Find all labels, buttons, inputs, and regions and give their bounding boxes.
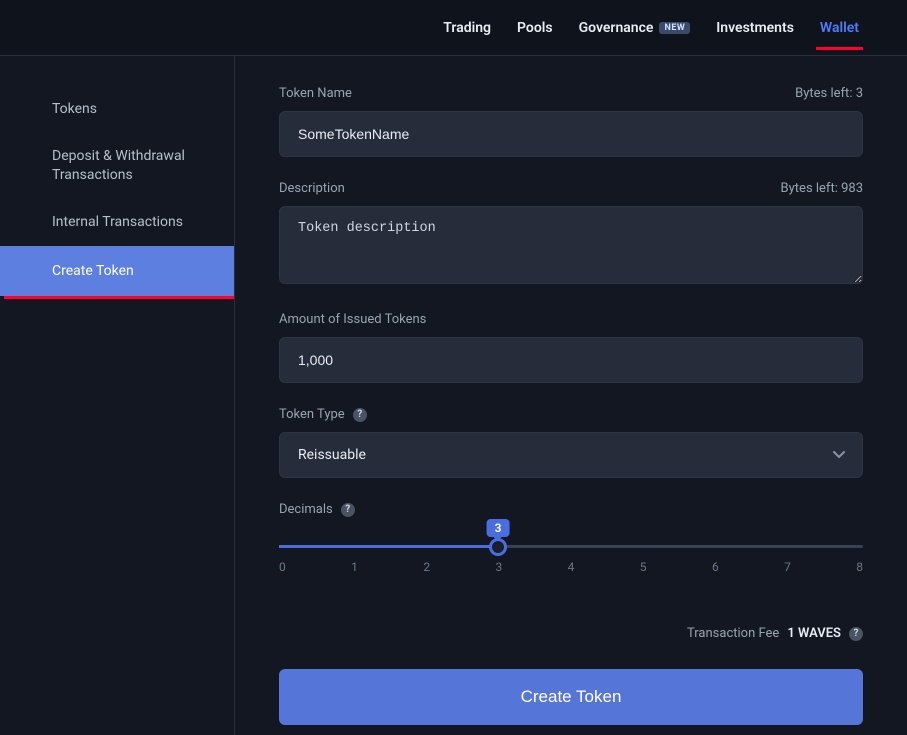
tick: 1 <box>351 560 358 574</box>
nav-pools[interactable]: Pools <box>517 16 553 40</box>
sidebar: Tokens Deposit & Withdrawal Transactions… <box>0 56 235 735</box>
field-token-name: Token Name Bytes left: 3 <box>279 86 863 157</box>
token-type-label: Token Type <box>279 407 345 422</box>
token-name-input[interactable] <box>279 111 863 157</box>
decimals-slider[interactable]: 3 0 1 2 3 4 5 6 7 8 <box>279 517 863 602</box>
sidebar-item-label: Deposit & Withdrawal Transactions <box>52 148 185 183</box>
token-type-select[interactable]: Reissuable <box>279 432 863 478</box>
help-icon[interactable]: ? <box>341 503 355 517</box>
nav-label: Pools <box>517 20 553 36</box>
nav-investments[interactable]: Investments <box>716 16 794 40</box>
field-amount: Amount of Issued Tokens <box>279 312 863 383</box>
slider-ticks: 0 1 2 3 4 5 6 7 8 <box>279 560 863 574</box>
slider-tooltip: 3 <box>487 519 510 537</box>
tick: 0 <box>279 560 286 574</box>
help-icon[interactable]: ? <box>849 627 863 641</box>
slider-fill <box>279 545 498 548</box>
create-token-button[interactable]: Create Token <box>279 669 863 725</box>
tick: 6 <box>712 560 719 574</box>
transaction-fee: Transaction Fee 1 WAVES ? <box>279 626 863 641</box>
description-input[interactable]: Token description <box>279 206 863 284</box>
tick: 2 <box>423 560 430 574</box>
tick: 5 <box>640 560 647 574</box>
nav-label: Governance <box>579 20 654 36</box>
sidebar-item-label: Create Token <box>52 263 134 279</box>
amount-input[interactable] <box>279 337 863 383</box>
button-label: Create Token <box>521 687 622 706</box>
sidebar-item-tokens[interactable]: Tokens <box>0 86 234 133</box>
nav-label: Investments <box>716 20 794 36</box>
sidebar-item-label: Internal Transactions <box>52 214 183 230</box>
token-name-label: Token Name <box>279 86 352 101</box>
sidebar-item-internal-transactions[interactable]: Internal Transactions <box>0 199 234 246</box>
sidebar-item-create-token[interactable]: Create Token <box>0 246 234 297</box>
nav-governance[interactable]: Governance NEW <box>579 16 691 40</box>
field-decimals: Decimals ? 3 0 1 2 3 4 5 6 7 <box>279 502 863 602</box>
fee-amount: 1 WAVES <box>787 626 841 641</box>
field-description: Description Bytes left: 983 Token descri… <box>279 181 863 288</box>
sidebar-item-label: Tokens <box>52 101 97 117</box>
help-icon[interactable]: ? <box>353 408 367 422</box>
sidebar-item-deposit-withdrawal[interactable]: Deposit & Withdrawal Transactions <box>0 133 234 199</box>
slider-thumb[interactable] <box>489 538 507 556</box>
top-nav: Trading Pools Governance NEW Investments… <box>0 0 907 56</box>
tick: 8 <box>856 560 863 574</box>
tick: 3 <box>495 560 502 574</box>
create-token-form: Token Name Bytes left: 3 Description Byt… <box>235 56 907 735</box>
slider-track: 3 <box>279 545 863 548</box>
nav-label: Wallet <box>820 20 859 36</box>
new-badge: NEW <box>659 22 690 34</box>
decimals-label: Decimals <box>279 502 333 517</box>
fee-label: Transaction Fee <box>687 626 779 641</box>
description-bytes-left: Bytes left: 983 <box>781 181 863 196</box>
token-name-bytes-left: Bytes left: 3 <box>795 86 863 101</box>
description-label: Description <box>279 181 345 196</box>
field-token-type: Token Type ? Reissuable <box>279 407 863 478</box>
tick: 4 <box>568 560 575 574</box>
token-type-value: Reissuable <box>298 447 366 463</box>
amount-label: Amount of Issued Tokens <box>279 312 426 327</box>
nav-wallet[interactable]: Wallet <box>820 16 859 40</box>
nav-trading[interactable]: Trading <box>443 16 491 40</box>
nav-label: Trading <box>443 20 491 36</box>
tick: 7 <box>784 560 791 574</box>
